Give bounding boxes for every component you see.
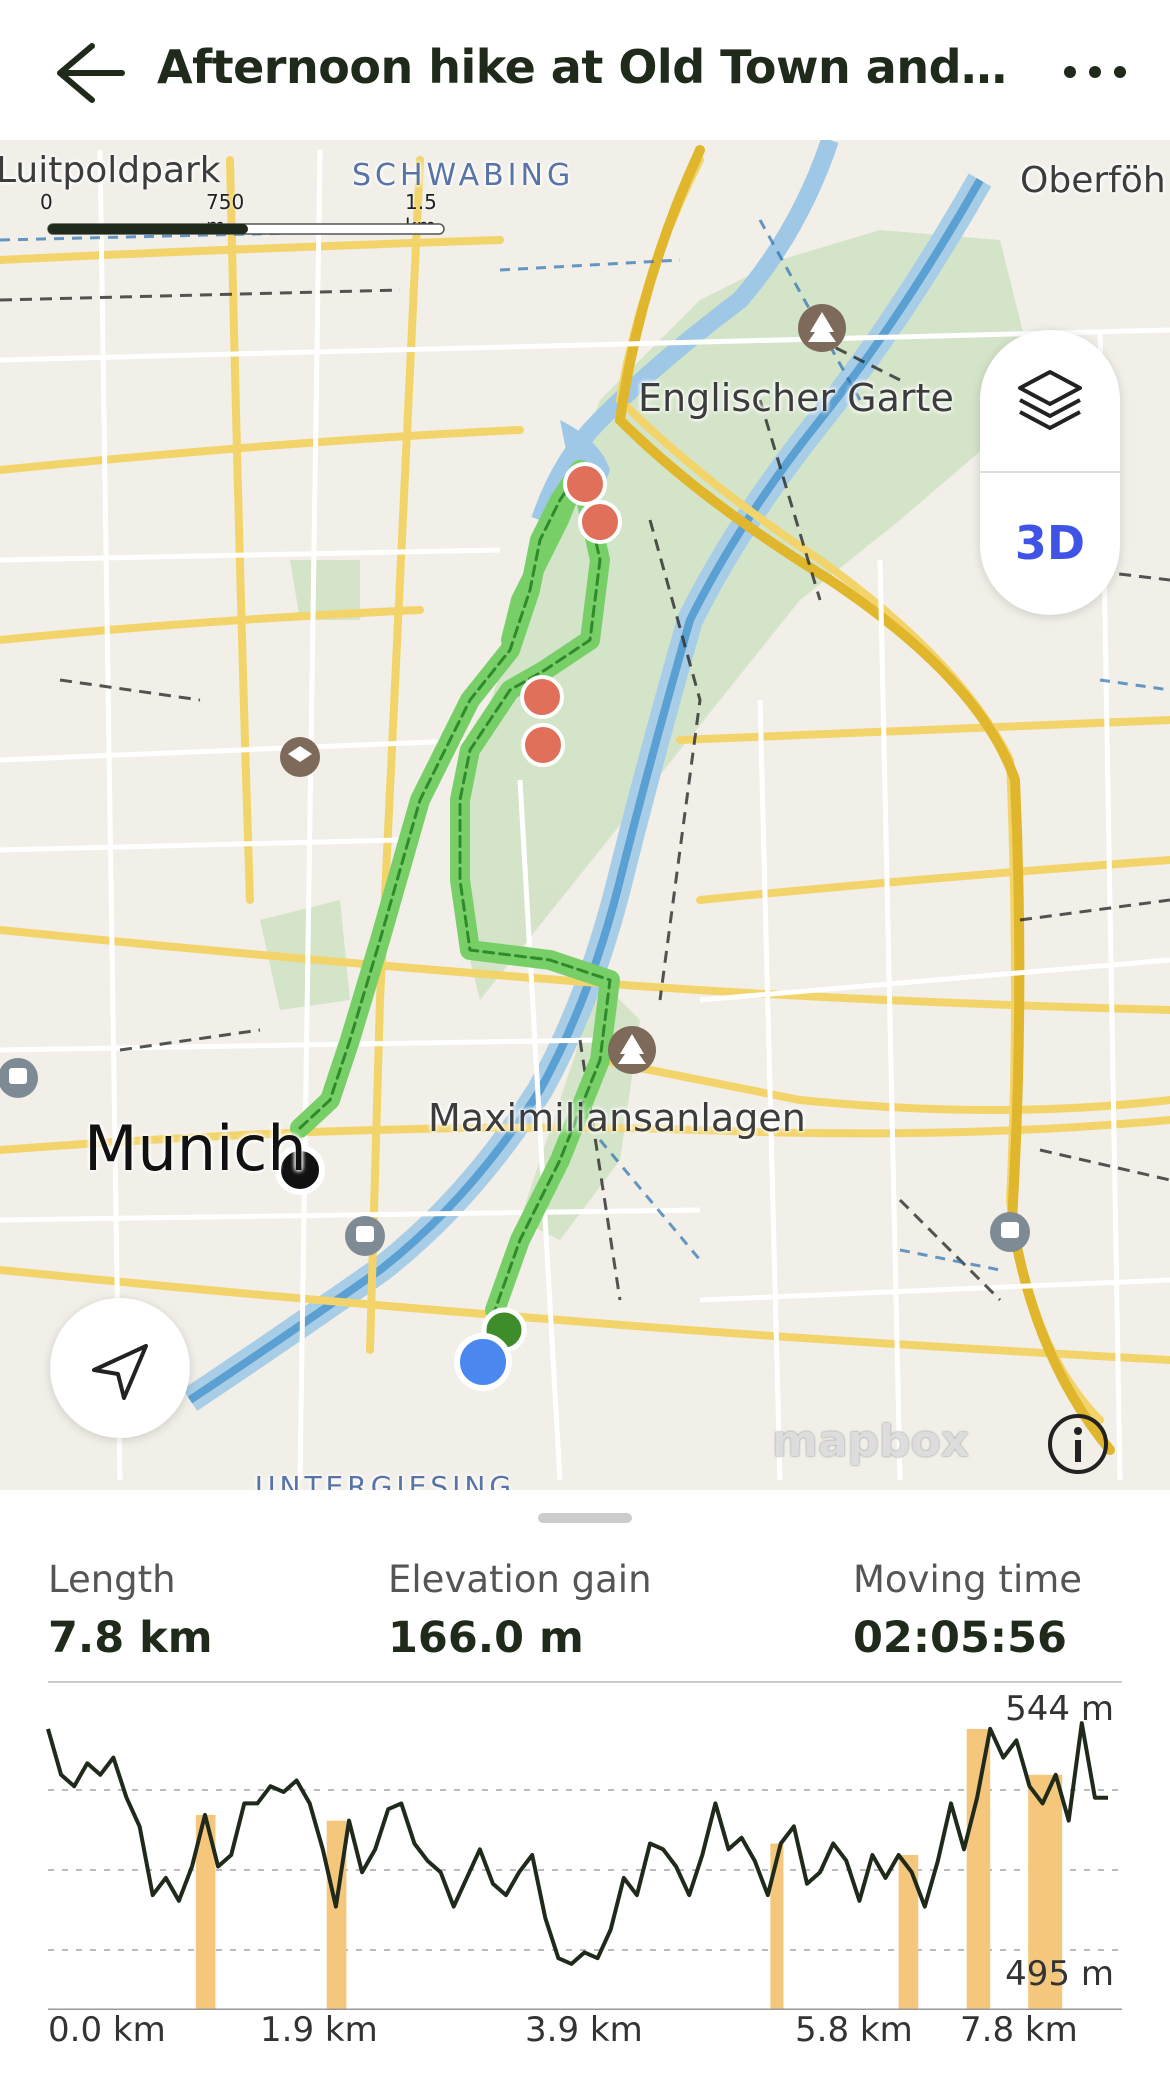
x-tick-label: 7.8 km — [960, 2010, 1078, 2050]
navigation-arrow-icon — [92, 1344, 148, 1400]
3d-toggle-button[interactable]: 3D — [980, 473, 1120, 613]
x-tick-label: 1.9 km — [260, 2010, 378, 2050]
map-label-maximiliansanlagen: Maximiliansanlagen — [428, 1096, 806, 1140]
activity-stats-sheet: Length 7.8 km Elevation gain 166.0 m Mov… — [0, 1490, 1170, 2084]
map-controls: 3D — [980, 330, 1120, 615]
x-tick-label: 3.9 km — [525, 2010, 643, 2050]
elevation-chart[interactable]: 544 m 495 m — [0, 1680, 1170, 2010]
layers-icon[interactable] — [980, 330, 1120, 470]
map-label-oberfohring: Oberföh — [1020, 160, 1166, 201]
more-options-icon[interactable] — [1060, 50, 1130, 94]
elevation-gain-label: Elevation gain — [388, 1558, 652, 1601]
moving-time-value: 02:05:56 — [853, 1613, 1067, 1663]
y-min-label: 495 m — [1005, 1954, 1114, 1994]
mapbox-logo: mapbox — [772, 1416, 970, 1467]
steep-segment-bar — [770, 1843, 784, 2010]
app-header: Afternoon hike at Old Town and Eng... — [0, 0, 1170, 140]
locate-me-button[interactable] — [50, 1298, 190, 1438]
map-label-schwabing: SCHWABING — [352, 158, 575, 193]
map-label-munich: Munich — [84, 1112, 307, 1185]
back-arrow-icon[interactable] — [52, 38, 128, 108]
scale-zero: 0 — [40, 190, 53, 214]
length-label: Length — [48, 1558, 176, 1601]
map-view[interactable]: Luitpoldpark SCHWABING Oberföh Englische… — [0, 140, 1170, 1490]
info-icon[interactable] — [1046, 1412, 1110, 1476]
x-tick-label: 0.0 km — [48, 2010, 166, 2050]
x-tick-label: 5.8 km — [795, 2010, 913, 2050]
elevation-gain-value: 166.0 m — [388, 1613, 584, 1663]
moving-time-label: Moving time — [853, 1558, 1083, 1601]
map-label-englischer-garten: Englischer Garte — [638, 376, 954, 420]
map-label-luitpoldpark: Luitpoldpark — [0, 150, 221, 191]
y-max-label: 544 m — [1005, 1689, 1114, 1729]
sheet-drag-handle[interactable] — [538, 1513, 632, 1523]
map-label-untergiesing: UNTERGIESING — [255, 1470, 516, 1490]
steep-segment-bar — [966, 1728, 991, 2010]
page-title: Afternoon hike at Old Town and Eng... — [157, 40, 1007, 94]
length-value: 7.8 km — [48, 1613, 213, 1663]
